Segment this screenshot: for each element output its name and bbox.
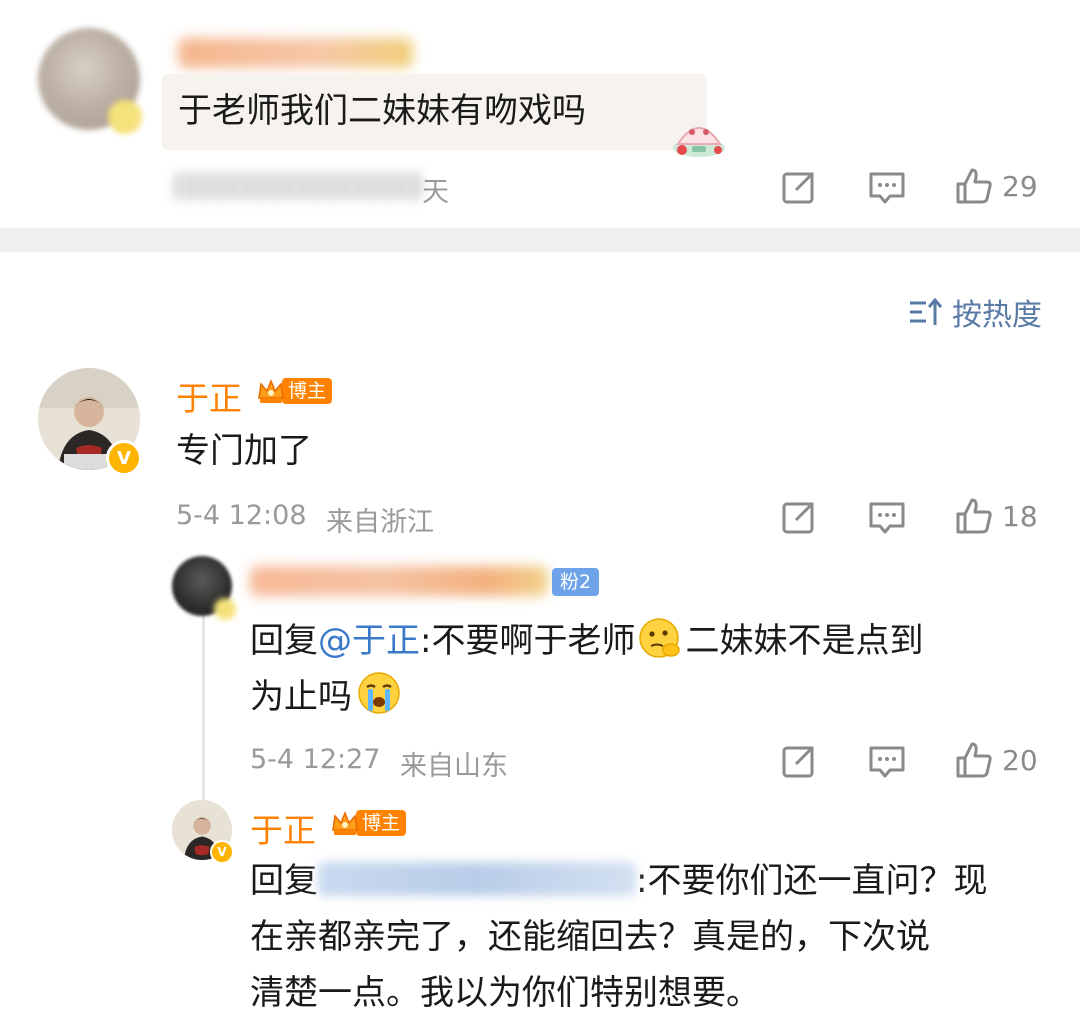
comment-button[interactable] xyxy=(868,742,906,780)
reply-time: 5-4 12:27 xyxy=(250,744,381,775)
share-icon xyxy=(782,502,814,534)
like-count: 20 xyxy=(1002,743,1038,777)
thumbs-up-icon xyxy=(956,498,992,534)
reply-text-b: 二妹妹不是点到 xyxy=(685,621,924,661)
comment-icon xyxy=(869,746,905,778)
verified-v-icon: V xyxy=(106,440,142,476)
share-button[interactable] xyxy=(780,168,818,206)
fan-level-badge: 粉2 xyxy=(552,568,600,596)
comment-button[interactable] xyxy=(868,168,906,206)
comment-button[interactable] xyxy=(868,498,906,536)
like-count: 29 xyxy=(1002,169,1038,203)
reply-text-a: :不要你们还一直问？现 xyxy=(636,861,988,901)
crown-icon xyxy=(330,808,360,838)
comment-time: 5-4 12:08 xyxy=(176,500,307,531)
comment-icon xyxy=(869,502,905,534)
reply-text-line3: 清楚一点。我以为你们特别想要。 xyxy=(250,973,760,1013)
reply-prefix: 回复 xyxy=(250,621,318,661)
reply-location: 来自山东 xyxy=(400,751,508,782)
mention-link[interactable]: @于正 xyxy=(318,621,420,661)
crown-icon xyxy=(256,376,286,406)
share-icon xyxy=(782,172,814,204)
reply-text-a: :不要啊于老师 xyxy=(420,621,636,661)
reply-text-line1: 回复@于正:不要啊于老师 二妹妹不是点到 xyxy=(250,612,923,670)
reply-text-line1: 回复 :不要你们还一直问？现 xyxy=(250,852,987,910)
crying-emoji-icon xyxy=(356,670,402,714)
comment-location: 来自浙江 xyxy=(326,507,434,538)
comment-icon xyxy=(869,172,905,204)
verified-v-icon: V xyxy=(210,840,234,864)
verified-badge-icon xyxy=(214,598,236,620)
host-badge: 博主 xyxy=(256,376,333,406)
comment-text: 专门加了 xyxy=(176,431,312,471)
reply-text-line2: 在亲都亲完了，还能缩回去？真是的，下次说 xyxy=(250,917,930,957)
share-icon xyxy=(782,746,814,778)
username[interactable] xyxy=(250,566,548,596)
comment-time-suffix: 天 xyxy=(422,177,449,208)
thumbs-up-icon xyxy=(956,168,992,204)
host-tag-label: 博主 xyxy=(356,810,407,836)
share-button[interactable] xyxy=(780,742,818,780)
sort-icon xyxy=(910,297,943,325)
sort-by-heat-button[interactable]: 按热度 xyxy=(908,290,1042,334)
comment-text: 于老师我们二妹妹有吻戏吗 xyxy=(178,91,586,131)
sort-label: 按热度 xyxy=(952,298,1042,333)
author-name[interactable]: 于正 xyxy=(176,372,242,420)
like-button[interactable]: 20 xyxy=(954,740,1038,780)
like-button[interactable]: 18 xyxy=(954,496,1038,536)
section-divider xyxy=(0,228,1080,252)
comment-time xyxy=(174,172,424,200)
sticker-icon xyxy=(668,108,730,160)
thinking-emoji-icon xyxy=(637,616,683,658)
host-tag-label: 博主 xyxy=(282,378,333,404)
author-name[interactable]: 于正 xyxy=(250,804,316,852)
reply-prefix: 回复 xyxy=(250,861,318,901)
host-badge: 博主 xyxy=(330,808,407,838)
like-count: 18 xyxy=(1002,499,1038,533)
reply-text-line2: 为止吗 xyxy=(250,668,402,726)
thumbs-up-icon xyxy=(956,742,992,778)
username[interactable] xyxy=(178,38,413,68)
blurred-mention[interactable] xyxy=(318,862,636,896)
share-button[interactable] xyxy=(780,498,818,536)
like-button[interactable]: 29 xyxy=(954,166,1038,206)
reply-text-c: 为止吗 xyxy=(250,677,352,717)
verified-badge-icon xyxy=(108,100,142,134)
thread-line xyxy=(202,614,205,800)
